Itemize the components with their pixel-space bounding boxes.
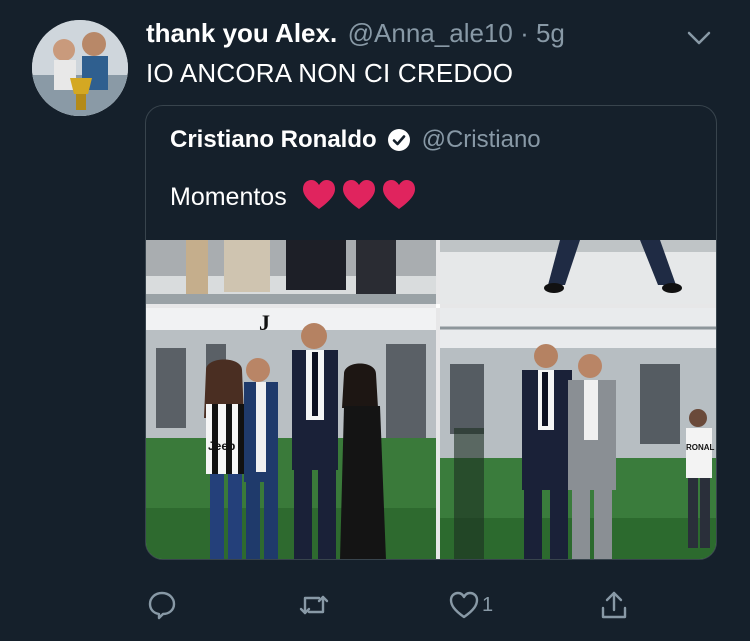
quoted-tweet-header: Cristiano Ronaldo @Cristiano — [170, 126, 541, 158]
reply-icon — [148, 591, 176, 620]
photo-stadium-seats-icon — [146, 240, 436, 304]
kid-jersey-text: RONAL 7 — [686, 443, 716, 452]
author-avatar[interactable] — [32, 20, 128, 116]
hearts-emoji-group — [302, 178, 420, 219]
author-handle-time[interactable]: @Anna_ale10 · 5g — [348, 18, 565, 48]
retweet-button[interactable] — [298, 585, 330, 625]
tweet-header: thank you Alex. @Anna_ale10 · 5g — [146, 18, 730, 52]
photo-group-stadium-icon: J Jeep — [146, 308, 436, 559]
chevron-down-icon[interactable] — [686, 28, 712, 48]
share-icon — [601, 591, 627, 619]
photo-divider-vertical — [436, 240, 440, 559]
like-button[interactable]: 1 — [448, 585, 493, 625]
heart-icon — [449, 591, 479, 619]
quoted-tweet-card[interactable]: Cristiano Ronaldo @Cristiano Momentos J … — [145, 105, 717, 560]
reply-button[interactable] — [146, 585, 178, 625]
photo-3[interactable]: J Jeep — [146, 308, 436, 559]
photo-two-men-stadium-icon: RONAL 7 — [440, 308, 716, 559]
jersey-text: Jeep — [208, 439, 235, 453]
photo-grid: J Jeep RONAL — [146, 240, 716, 559]
photo-1[interactable] — [146, 240, 436, 304]
like-count: 1 — [482, 593, 494, 616]
quoted-author-name: Cristiano Ronaldo — [170, 126, 377, 153]
photo-2[interactable] — [440, 240, 716, 304]
quoted-tweet-text-row: Momentos — [170, 178, 420, 219]
svg-text:J: J — [259, 310, 270, 335]
share-button[interactable] — [598, 585, 630, 625]
red-heart-emoji-icon — [302, 180, 415, 209]
retweet-icon — [299, 595, 329, 615]
author-display-name[interactable]: thank you Alex. — [146, 18, 337, 48]
verified-badge-icon — [388, 129, 411, 151]
photo-stadium-legs-icon — [440, 240, 716, 304]
photo-4[interactable]: RONAL 7 — [440, 308, 716, 559]
profile-photo-icon — [32, 20, 128, 116]
quoted-tweet-text: Momentos — [170, 183, 287, 212]
photo-divider-horizontal — [146, 304, 716, 308]
tweet-action-bar: 1 — [0, 585, 750, 625]
quoted-author-handle: @Cristiano — [421, 126, 541, 153]
tweet-text: IO ANCORA NON CI CREDOO — [146, 58, 514, 88]
